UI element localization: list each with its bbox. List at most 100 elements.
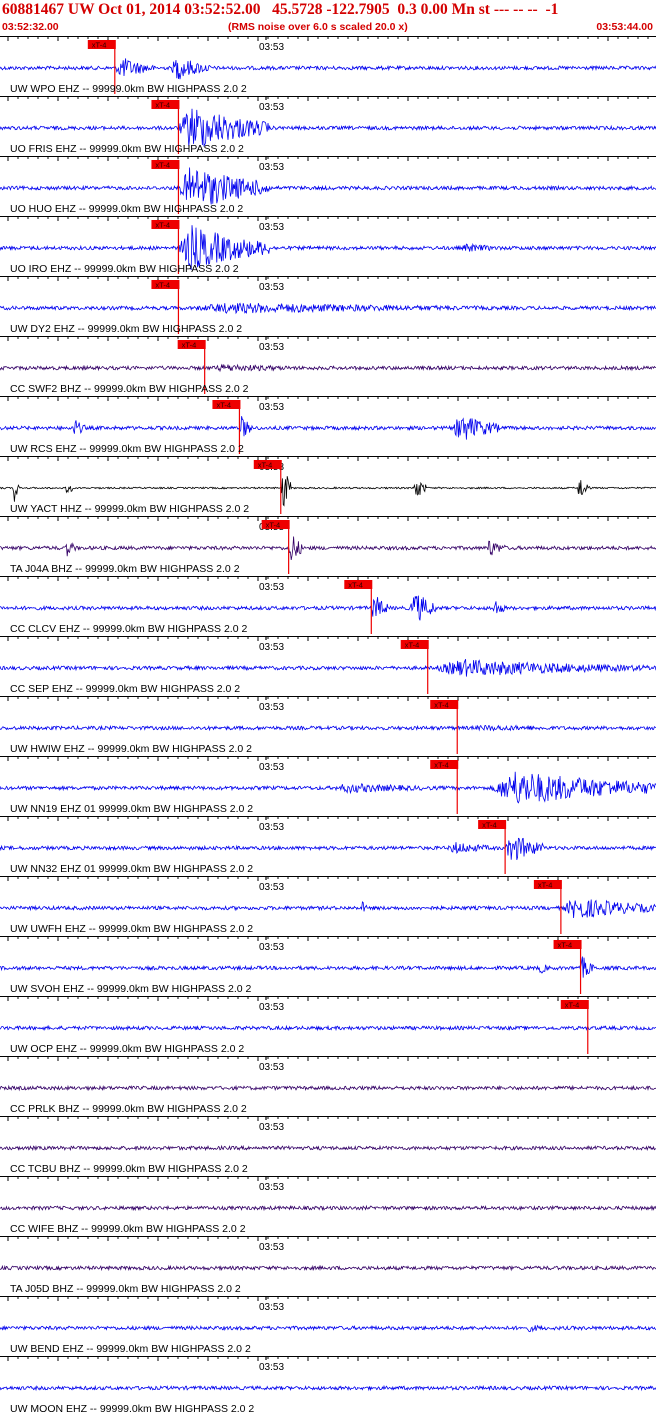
station-label: TA J04A BHZ -- 99999.0km BW HIGHPASS 2.0… bbox=[10, 563, 240, 575]
minute-label: 03:53 bbox=[259, 822, 284, 833]
station-label: UW MOON EHZ -- 99999.0km BW HIGHPASS 2.0… bbox=[10, 1403, 254, 1415]
trace-panel: 03:53 xT-4 UW UWFH EHZ -- 99999.0km BW HIG… bbox=[0, 876, 656, 935]
minute-label: 03:53 bbox=[259, 942, 284, 953]
waveform bbox=[0, 363, 656, 373]
pick-label: xT-4 bbox=[216, 401, 231, 410]
pick-label: xT-4 bbox=[348, 581, 363, 590]
pick-label: xT-4 bbox=[266, 521, 281, 530]
minute-label: 03:53 bbox=[259, 1242, 284, 1253]
trace-panel: 03:53 xT-4 UO IRO EHZ -- 99999.0km BW HIGH… bbox=[0, 216, 656, 275]
station-label: UO FRIS EHZ -- 99999.0km BW HIGHPASS 2.0… bbox=[10, 143, 244, 155]
minute-label: 03:53 bbox=[259, 1362, 284, 1373]
station-label: UW SVOH EHZ -- 99999.0km BW HIGHPASS 2.0… bbox=[10, 983, 252, 995]
station-label: UW RCS EHZ -- 99999.0km BW HIGHPASS 2.0 … bbox=[10, 443, 244, 455]
end-time: 03:53:44.00 bbox=[596, 21, 653, 33]
minute-label: 03:53 bbox=[259, 102, 284, 113]
pick-label: xT-4 bbox=[482, 821, 497, 830]
waveform bbox=[0, 659, 656, 677]
minute-label: 03:53 bbox=[259, 162, 284, 173]
trace-panel: 03:53xT-4TA J04A BHZ -- 99999.0km BW HIG… bbox=[0, 516, 656, 575]
trace-panel: 03:53 TA J05D BHZ -- 99999.0km BW HIGHPAS… bbox=[0, 1236, 656, 1295]
station-label: CC TCBU BHZ -- 99999.0km BW HIGHPASS 2.0… bbox=[10, 1163, 248, 1175]
trace-panel: 03:53 xT-4 UO HUO EHZ -- 99999.0km BW HIGH… bbox=[0, 156, 656, 215]
station-label: CC CLCV EHZ -- 99999.0km BW HIGHPASS 2.0… bbox=[10, 623, 247, 635]
minute-label: 03:53 bbox=[259, 1002, 284, 1013]
trace-panel: 03:53 xT-4 UW NN32 EHZ 01 99999.0km BW HIG… bbox=[0, 816, 656, 875]
station-label: CC SEP EHZ -- 99999.0km BW HIGHPASS 2.0 … bbox=[10, 683, 240, 695]
station-label: CC SWF2 BHZ -- 99999.0km BW HIGHPASS 2.0… bbox=[10, 383, 249, 395]
pick-label: xT-4 bbox=[155, 281, 170, 290]
waveform bbox=[0, 1084, 656, 1092]
seismogram-plot: 03:53 xT-4 UW WPO EHZ -- 99999.0km BW HIGH… bbox=[0, 36, 656, 1415]
minute-label: 03:53 bbox=[259, 342, 284, 353]
trace-panel: 03:53 UW MOON EHZ -- 99999.0km BW HIGHPAS… bbox=[0, 1356, 656, 1415]
waveform bbox=[0, 1144, 656, 1152]
pick-label: xT-4 bbox=[155, 161, 170, 170]
trace-panel: 03:53 CC WIFE BHZ -- 99999.0km BW HIGHPAS… bbox=[0, 1176, 656, 1235]
pick-label: xT-4 bbox=[405, 641, 420, 650]
pick-label: xT-4 bbox=[258, 461, 273, 470]
station-label: CC WIFE BHZ -- 99999.0km BW HIGHPASS 2.0… bbox=[10, 1223, 246, 1235]
minute-label: 03:53 bbox=[259, 402, 284, 413]
station-label: UW HWIW EHZ -- 99999.0km BW HIGHPASS 2.0… bbox=[10, 743, 252, 755]
pick-label: xT-4 bbox=[538, 881, 553, 890]
pick-label: xT-4 bbox=[182, 341, 197, 350]
station-label: TA J05D BHZ -- 99999.0km BW HIGHPASS 2.0… bbox=[10, 1283, 241, 1295]
trace-panel: 03:53 xT-4 UW WPO EHZ -- 99999.0km BW HIGH… bbox=[0, 36, 656, 95]
station-label: UO HUO EHZ -- 99999.0km BW HIGHPASS 2.0 … bbox=[10, 203, 243, 215]
station-label: UW UWFH EHZ -- 99999.0km BW HIGHPASS 2.0… bbox=[10, 923, 253, 935]
waveform bbox=[0, 1024, 656, 1032]
station-label: CC PRLK BHZ -- 99999.0km BW HIGHPASS 2.0… bbox=[10, 1103, 247, 1115]
minute-label: 03:53 bbox=[259, 1182, 284, 1193]
trace-panel: 03:53 xT-4 UW RCS EHZ -- 99999.0km BW HIGH… bbox=[0, 396, 656, 455]
waveform bbox=[0, 899, 656, 919]
waveform bbox=[0, 416, 656, 440]
waveform bbox=[0, 771, 656, 804]
trace-panel: 03:53 xT-4 UW DY2 EHZ -- 99999.0km BW HIGH… bbox=[0, 276, 656, 335]
trace-panel: 03:53 CC TCBU BHZ -- 99999.0km BW HIGHPAS… bbox=[0, 1116, 656, 1175]
station-label: UW NN19 EHZ 01 99999.0km BW HIGHPASS 2.0… bbox=[10, 803, 253, 815]
trace-panel: 03:53 xT-4 UW SVOH EHZ -- 99999.0km BW HIG… bbox=[0, 936, 656, 995]
trace-panel: 03:53 xT-4 CC SWF2 BHZ -- 99999.0km BW HIG… bbox=[0, 336, 656, 395]
minute-label: 03:53 bbox=[259, 1302, 284, 1313]
trace-panel: 03:53 xT-4 CC CLCV EHZ -- 99999.0km BW HIG… bbox=[0, 576, 656, 635]
waveform bbox=[0, 108, 656, 147]
trace-panel: 03:53 xT-4 UW NN19 EHZ 01 99999.0km BW HIG… bbox=[0, 756, 656, 815]
pick-label: xT-4 bbox=[565, 1001, 580, 1010]
minute-label: 03:53 bbox=[259, 582, 284, 593]
minute-label: 03:53 bbox=[259, 1062, 284, 1073]
waveform bbox=[0, 1204, 656, 1212]
minute-label: 03:53 bbox=[259, 222, 284, 233]
minute-label: 03:53 bbox=[259, 282, 284, 293]
waveform bbox=[0, 837, 656, 861]
trace-panel: 03:53 UW BEND EHZ -- 99999.0km BW HIGHPAS… bbox=[0, 1296, 656, 1355]
waveform bbox=[0, 58, 656, 80]
waveform bbox=[0, 536, 656, 560]
waveform bbox=[0, 724, 656, 732]
waveform bbox=[0, 956, 656, 978]
waveform bbox=[0, 302, 656, 315]
header: 60881467 UW Oct 01, 2014 03:52:52.00 45.… bbox=[0, 0, 656, 36]
start-time: 03:52:32.00 bbox=[2, 21, 59, 33]
trace-panel: 03:53 xT-4 UW HWIW EHZ -- 99999.0km BW HIG… bbox=[0, 696, 656, 755]
pick-label: xT-4 bbox=[434, 701, 449, 710]
minute-label: 03:53 bbox=[259, 762, 284, 773]
event-title: 60881467 UW Oct 01, 2014 03:52:52.00 45.… bbox=[2, 1, 559, 18]
minute-label: 03:53 bbox=[259, 702, 284, 713]
pick-label: xT-4 bbox=[558, 941, 573, 950]
trace-panel: 03:53 xT-4 UO FRIS EHZ -- 99999.0km BW HIG… bbox=[0, 96, 656, 155]
trace-panel: 03:53xT-4UW YACT HHZ -- 99999.0km BW HIG… bbox=[0, 456, 656, 515]
trace-panel: 03:53 CC PRLK BHZ -- 99999.0km BW HIGHPAS… bbox=[0, 1056, 656, 1115]
minute-label: 03:53 bbox=[259, 882, 284, 893]
station-label: UW OCP EHZ -- 99999.0km BW HIGHPASS 2.0 … bbox=[10, 1043, 244, 1055]
minute-label: 03:53 bbox=[259, 1122, 284, 1133]
pick-label: xT-4 bbox=[92, 41, 107, 50]
pick-label: xT-4 bbox=[155, 221, 170, 230]
station-label: UW DY2 EHZ -- 99999.0km BW HIGHPASS 2.0 … bbox=[10, 323, 242, 335]
minute-label: 03:53 bbox=[259, 42, 284, 53]
minute-label: 03:53 bbox=[259, 642, 284, 653]
waveform bbox=[0, 1264, 656, 1272]
pick-label: xT-4 bbox=[155, 101, 170, 110]
station-label: UW NN32 EHZ 01 99999.0km BW HIGHPASS 2.0… bbox=[10, 863, 253, 875]
station-label: UO IRO EHZ -- 99999.0km BW HIGHPASS 2.0 … bbox=[10, 263, 239, 275]
